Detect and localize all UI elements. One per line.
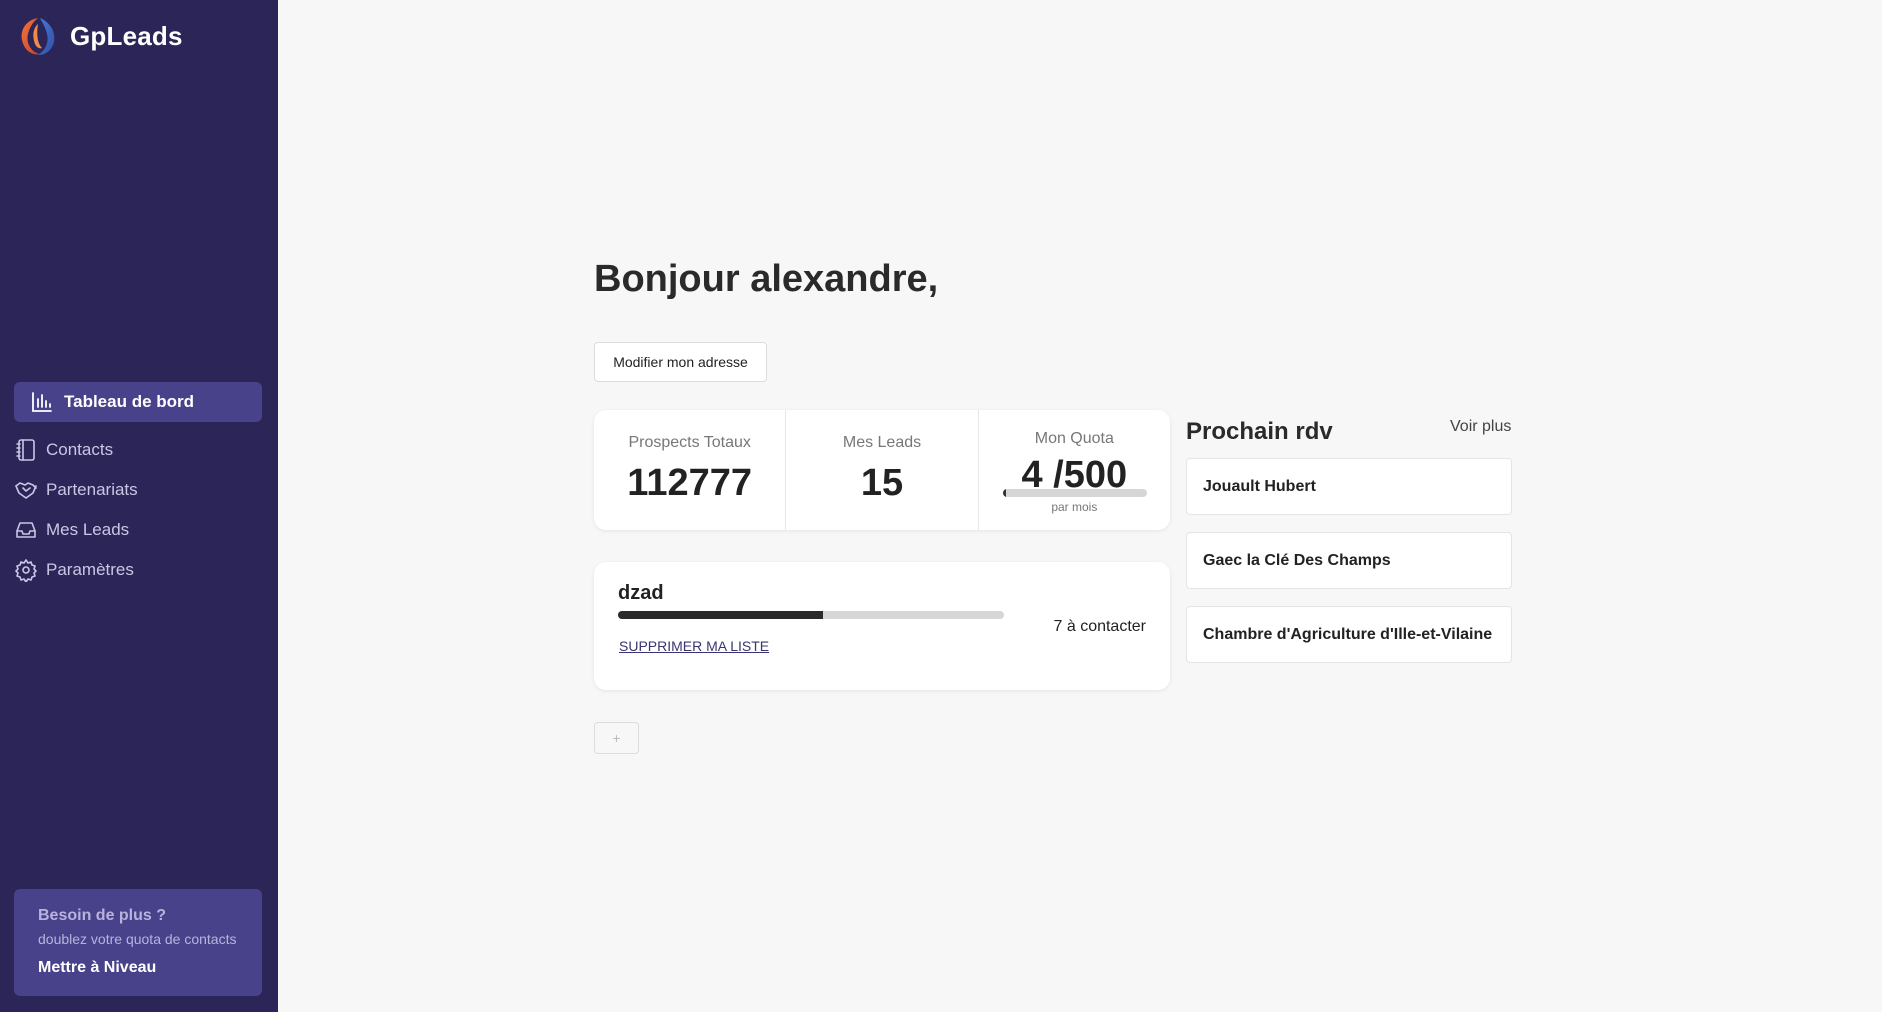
list-progress-fill bbox=[618, 611, 823, 619]
sidebar: GpLeads Tableau de bord Contacts Partena… bbox=[0, 0, 278, 1012]
sidebar-item-tableau-de-bord[interactable]: Tableau de bord bbox=[14, 382, 262, 422]
list-card: dzad SUPPRIMER MA LISTE 7 à contacter bbox=[594, 562, 1170, 690]
rdv-item[interactable]: Chambre d'Agriculture d'Ille-et-Vilaine bbox=[1186, 606, 1512, 663]
edit-address-button[interactable]: Modifier mon adresse bbox=[594, 342, 767, 382]
upgrade-card: Besoin de plus ? doublez votre quota de … bbox=[14, 889, 262, 996]
stat-label: Prospects Totaux bbox=[628, 434, 751, 451]
sidebar-item-contacts[interactable]: Contacts bbox=[14, 430, 262, 470]
sidebar-item-parametres[interactable]: Paramètres bbox=[14, 550, 262, 590]
sidebar-item-label: Tableau de bord bbox=[64, 392, 195, 411]
sidebar-item-label: Paramètres bbox=[46, 560, 134, 579]
upgrade-button[interactable]: Mettre à Niveau bbox=[38, 959, 238, 977]
stat-prospects: Prospects Totaux 112777 bbox=[594, 410, 785, 530]
stat-value: 112777 bbox=[627, 462, 753, 504]
stat-label: Mon Quota bbox=[1034, 430, 1114, 447]
list-name: dzad bbox=[618, 582, 664, 604]
stat-label: Mes Leads bbox=[842, 434, 922, 451]
rdv-title: Prochain rdv bbox=[1186, 418, 1333, 445]
sidebar-item-label: Partenariats bbox=[46, 480, 138, 499]
gpleads-logo-icon bbox=[21, 18, 55, 55]
quota-progress-bar bbox=[1002, 489, 1147, 497]
gear-icon bbox=[14, 558, 38, 582]
logo[interactable]: GpLeads bbox=[16, 14, 183, 58]
quota-note: par mois bbox=[1051, 500, 1098, 514]
inbox-icon bbox=[14, 518, 38, 542]
delete-list-link[interactable]: SUPPRIMER MA LISTE bbox=[619, 638, 769, 654]
page-title: Bonjour alexandre, bbox=[594, 258, 939, 300]
stat-leads: Mes Leads 15 bbox=[785, 410, 977, 530]
app-name: GpLeads bbox=[70, 20, 183, 51]
stat-value: 15 bbox=[860, 462, 904, 504]
rdv-item[interactable]: Gaec la Clé Des Champs bbox=[1186, 532, 1512, 589]
bar-chart-icon bbox=[30, 390, 54, 414]
rdv-item[interactable]: Jouault Hubert bbox=[1186, 458, 1512, 515]
sidebar-item-partenariats[interactable]: Partenariats bbox=[14, 470, 262, 510]
stat-quota: Mon Quota 4 /500 par mois bbox=[977, 410, 1170, 530]
sidebar-nav: Tableau de bord Contacts Partenariats Me… bbox=[14, 382, 262, 590]
address-book-icon bbox=[14, 438, 38, 462]
add-list-button[interactable]: + bbox=[594, 722, 639, 754]
list-count: 7 à contacter bbox=[1053, 618, 1147, 635]
upgrade-title: Besoin de plus ? bbox=[38, 907, 167, 924]
list-progress-bar bbox=[618, 611, 1004, 619]
sidebar-item-label: Mes Leads bbox=[46, 520, 130, 539]
sidebar-item-label: Contacts bbox=[46, 440, 114, 459]
sidebar-item-mes-leads[interactable]: Mes Leads bbox=[14, 510, 262, 550]
upgrade-subtitle: doublez votre quota de contacts bbox=[38, 931, 237, 947]
stats-card: Prospects Totaux 112777 Mes Leads 15 Mon… bbox=[594, 410, 1170, 530]
handshake-icon bbox=[14, 478, 38, 502]
voir-plus-link[interactable]: Voir plus bbox=[1450, 418, 1511, 436]
